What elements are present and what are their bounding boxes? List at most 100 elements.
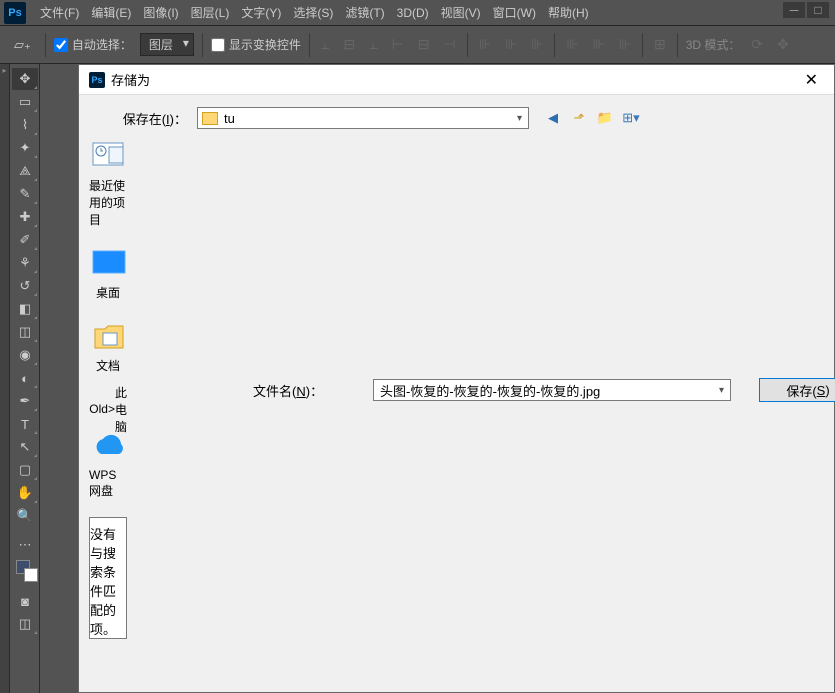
filename-value: 头图-恢复的-恢复的-恢复的-恢复的.jpg	[380, 381, 600, 400]
show-transform-input[interactable]	[211, 38, 225, 52]
auto-select-label: 自动选择：	[72, 36, 132, 53]
view-menu-button[interactable]: ⊞▾	[621, 108, 641, 128]
tools-panel: ✥ ▭ ⌇ ✦ ⟁ ✎ ✚ ✐ ⚘ ↺ ◧ ◫ ◉ ◐ ✒ T ↖ ▢ ✋ 🔍 …	[10, 64, 40, 693]
chevron-down-icon: ▾	[517, 113, 522, 124]
eyedropper-tool[interactable]: ✎	[12, 183, 38, 205]
folder-combobox[interactable]: tu ▾	[197, 107, 529, 129]
menu-3d[interactable]: 3D(D)	[391, 6, 435, 20]
healing-tool[interactable]: ✚	[12, 206, 38, 228]
toolbar-expand-handle[interactable]: ▸	[0, 64, 10, 693]
folder-icon	[202, 112, 218, 125]
layer-dropdown[interactable]: 图层	[140, 33, 194, 56]
place-thispc[interactable]: Old> 此电脑 WPS网盘	[89, 392, 127, 499]
restore-button[interactable]: □	[807, 2, 829, 18]
empty-message: 没有与搜索条件匹配的项。	[90, 524, 126, 638]
dodge-tool[interactable]: ◐	[12, 367, 38, 389]
gradient-tool[interactable]: ◫	[12, 321, 38, 343]
zoom-tool[interactable]: 🔍	[12, 505, 38, 527]
place-label: 桌面	[96, 284, 120, 301]
path-select-tool[interactable]: ↖	[12, 436, 38, 458]
edit-toolbar[interactable]: ⋯	[12, 534, 38, 556]
places-bar: 最近使用的项目 桌面 文档 Old>	[89, 139, 127, 639]
close-button[interactable]: ✕	[799, 70, 824, 90]
divider	[554, 33, 555, 57]
desktop-icon	[89, 246, 127, 280]
distribute-icon: ⊪	[616, 36, 634, 53]
menu-type[interactable]: 文字(Y)	[235, 4, 287, 21]
orbit-icon[interactable]: ⟳	[748, 36, 766, 53]
auto-align-icon: ⊞	[651, 36, 669, 53]
divider	[202, 33, 203, 57]
menu-select[interactable]: 选择(S)	[287, 4, 339, 21]
divider	[45, 33, 46, 57]
pen-tool[interactable]: ✒	[12, 390, 38, 412]
pc-icon: Old> 此电脑	[89, 392, 127, 426]
blur-tool[interactable]: ◉	[12, 344, 38, 366]
new-folder-button[interactable]: 📁	[595, 108, 615, 128]
show-transform-checkbox[interactable]: 显示变换控件	[211, 36, 301, 53]
menu-file[interactable]: 文件(F)	[34, 4, 85, 21]
chevron-down-icon: ▾	[719, 385, 724, 396]
recent-icon	[89, 139, 127, 173]
place-documents[interactable]: 文档	[89, 319, 127, 374]
distribute-icon: ⊪	[502, 36, 520, 53]
dialog-app-icon: Ps	[89, 72, 105, 88]
cloud-icon	[89, 430, 127, 464]
menu-edit[interactable]: 编辑(E)	[85, 4, 137, 21]
move-tool[interactable]: ✥	[12, 68, 38, 90]
magic-wand-tool[interactable]: ✦	[12, 137, 38, 159]
place-recent[interactable]: 最近使用的项目	[89, 139, 127, 228]
place-wps[interactable]: WPS网盘	[89, 430, 127, 499]
align-left-icon: ⊢	[389, 36, 407, 53]
auto-select-input[interactable]	[54, 38, 68, 52]
menu-layer[interactable]: 图层(L)	[185, 4, 236, 21]
divider	[309, 33, 310, 57]
pan-icon[interactable]: ✥	[774, 36, 792, 53]
quickmask-tool[interactable]: ◙	[12, 590, 38, 612]
back-button[interactable]: ◀	[543, 108, 563, 128]
align-top-icon: ⫠	[318, 36, 332, 53]
minimize-button[interactable]: －	[783, 2, 805, 18]
mode3d-label: 3D 模式：	[686, 36, 741, 53]
menu-image[interactable]: 图像(I)	[137, 4, 184, 21]
lasso-tool[interactable]: ⌇	[12, 114, 38, 136]
align-hcenter-icon: ⊟	[415, 36, 433, 53]
marquee-tool[interactable]: ▭	[12, 91, 38, 113]
menu-view[interactable]: 视图(V)	[435, 4, 487, 21]
dialog-title: 存储为	[111, 70, 799, 89]
place-label: 此电脑	[115, 384, 127, 435]
color-swatches[interactable]	[12, 560, 37, 586]
distribute-icon: ⊪	[476, 36, 494, 53]
place-desktop[interactable]: 桌面	[89, 246, 127, 301]
brush-tool[interactable]: ✐	[12, 229, 38, 251]
place-label: WPS网盘	[89, 468, 127, 499]
save-in-label: 保存在(I)：	[89, 109, 197, 128]
eraser-tool[interactable]: ◧	[12, 298, 38, 320]
type-tool[interactable]: T	[12, 413, 38, 435]
screenmode-tool[interactable]: ◫	[12, 613, 38, 635]
divider	[677, 33, 678, 57]
distribute-icon: ⊪	[590, 36, 608, 53]
divider	[467, 33, 468, 57]
background-swatch[interactable]	[24, 568, 38, 582]
save-as-dialog: Ps 存储为 ✕ 保存在(I)： tu ▾ ◀ ⬏ 📁 ⊞▾	[78, 64, 835, 693]
history-brush-tool[interactable]: ↺	[12, 275, 38, 297]
save-button[interactable]: 保存(S)	[759, 378, 835, 402]
file-listing[interactable]: 没有与搜索条件匹配的项。	[89, 517, 127, 639]
menu-filter[interactable]: 滤镜(T)	[339, 4, 390, 21]
crop-tool[interactable]: ⟁	[12, 160, 38, 182]
filename-combobox[interactable]: 头图-恢复的-恢复的-恢复的-恢复的.jpg ▾	[373, 379, 731, 401]
documents-icon	[89, 319, 127, 353]
move-tool-icon: ▱₊	[8, 37, 37, 53]
hand-tool[interactable]: ✋	[12, 482, 38, 504]
main-menubar: Ps 文件(F) 编辑(E) 图像(I) 图层(L) 文字(Y) 选择(S) 滤…	[0, 0, 835, 26]
menu-window[interactable]: 窗口(W)	[487, 4, 542, 21]
align-right-icon: ⊣	[441, 36, 459, 53]
stamp-tool[interactable]: ⚘	[12, 252, 38, 274]
up-button[interactable]: ⬏	[569, 108, 589, 128]
show-transform-label: 显示变换控件	[229, 36, 301, 53]
dialog-titlebar: Ps 存储为 ✕	[79, 65, 834, 95]
menu-help[interactable]: 帮助(H)	[542, 4, 595, 21]
auto-select-checkbox[interactable]: 自动选择：	[54, 36, 132, 53]
shape-tool[interactable]: ▢	[12, 459, 38, 481]
